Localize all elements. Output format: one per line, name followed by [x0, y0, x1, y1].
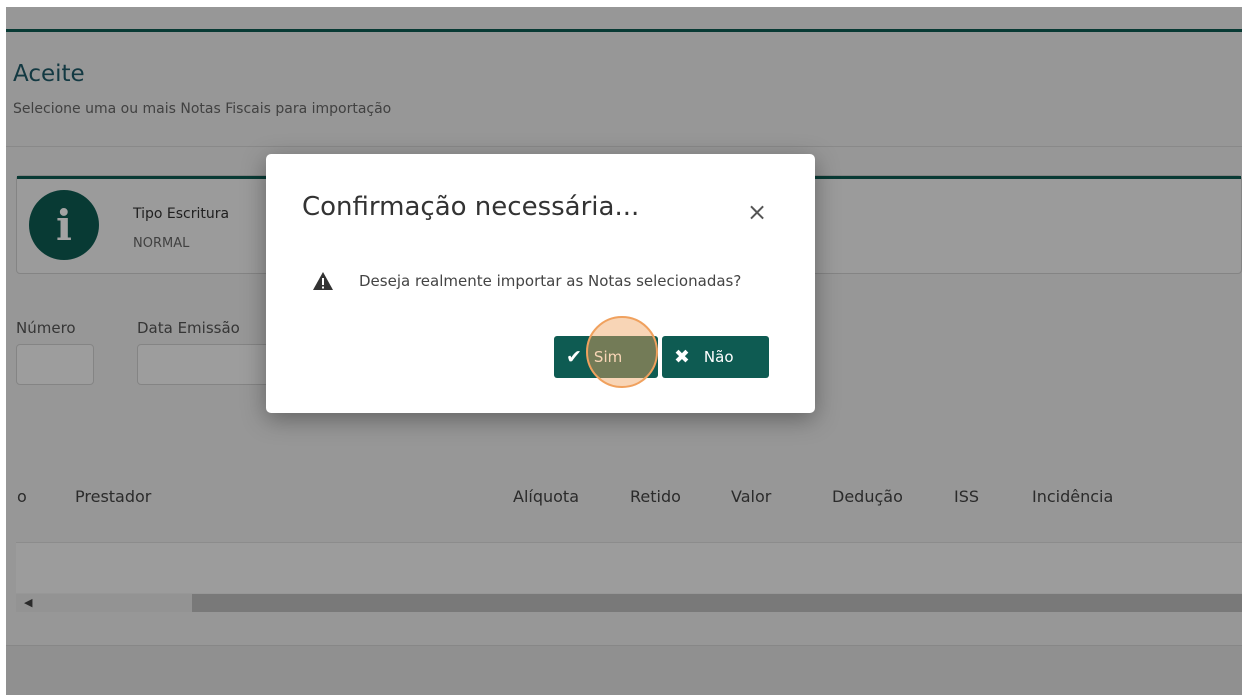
nao-button[interactable]: ✖ Não — [662, 336, 769, 378]
close-icon[interactable]: × — [744, 198, 770, 226]
sim-button[interactable]: ✔ Sim — [554, 336, 658, 378]
warning-icon — [313, 272, 333, 290]
x-icon: ✖ — [674, 346, 690, 368]
sim-button-label: Sim — [593, 348, 623, 366]
app-frame: Aceite Selecione uma ou mais Notas Fisca… — [6, 7, 1242, 695]
confirmation-dialog: Confirmação necessária... × Deseja realm… — [266, 154, 815, 413]
nao-button-label: Não — [703, 348, 734, 366]
dialog-message: Deseja realmente importar as Notas selec… — [359, 272, 742, 290]
check-icon: ✔ — [566, 346, 582, 368]
dialog-title: Confirmação necessária... — [302, 192, 640, 222]
